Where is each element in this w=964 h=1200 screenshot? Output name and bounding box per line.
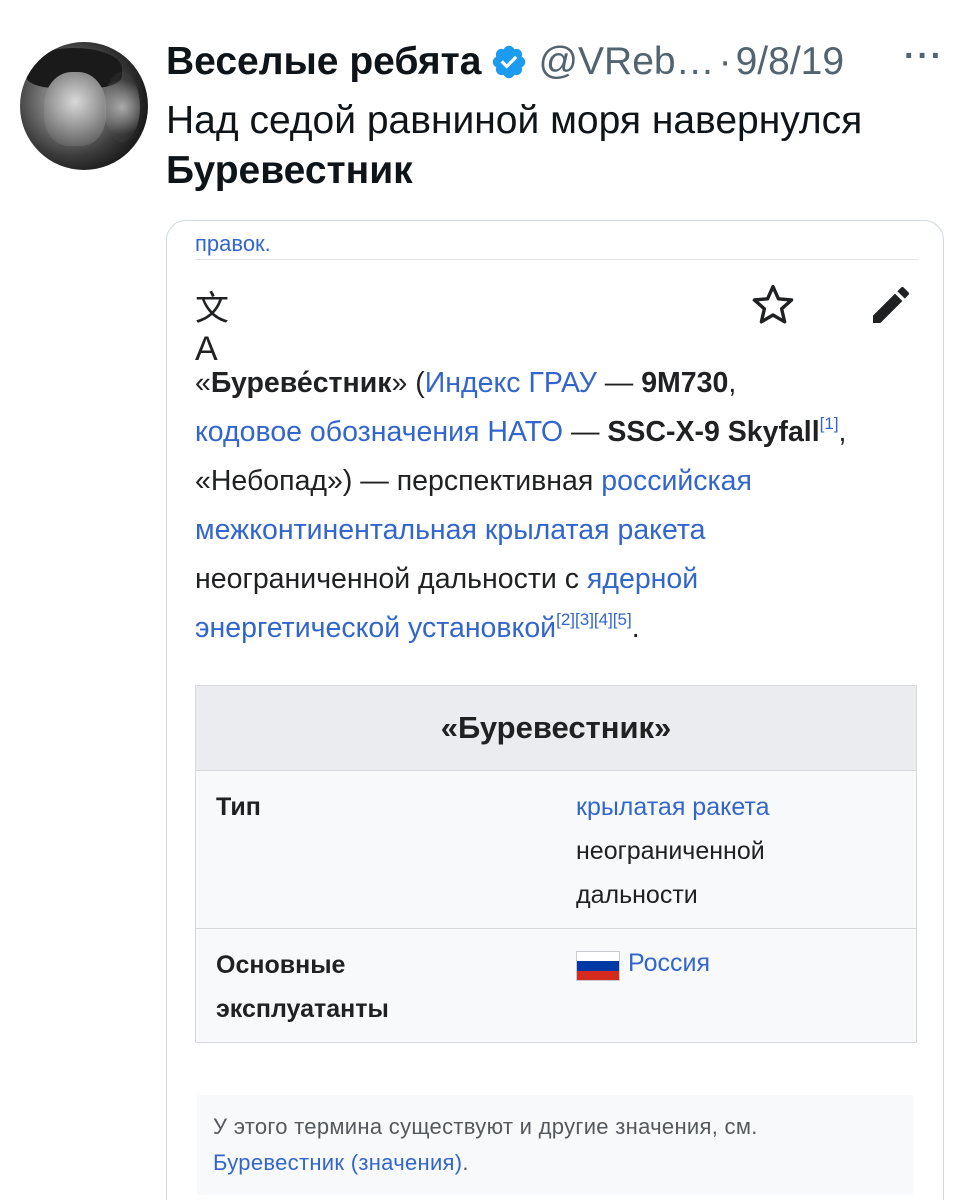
cut-off-text[interactable]: правок. — [195, 231, 271, 257]
infobox-row-type: Тип крылатая ракета неограниченной дальн… — [196, 770, 916, 928]
infobox-title: «Буревестник» — [196, 686, 916, 770]
infobox-label-type: Тип — [216, 793, 261, 821]
display-name[interactable]: Веселые ребята — [166, 40, 481, 84]
nato-code: SSC-X-9 Skyfall — [607, 416, 820, 448]
alt-name-text: «Небопад») — перспективная — [195, 465, 602, 497]
text: » ( — [391, 367, 425, 399]
nato-designation-link[interactable]: кодовое обозначения НАТО — [195, 416, 563, 448]
text: — — [563, 416, 608, 448]
text: . — [631, 612, 640, 644]
infobox-row-operators: Основные эксплуатанты Россия — [196, 928, 916, 1042]
separator: · — [718, 40, 732, 83]
infobox-label-operators: Основные эксплуатанты — [216, 943, 456, 1031]
range-text: неограниченной дальности с — [195, 563, 587, 595]
hatnote-text: У этого термина существуют и другие знач… — [213, 1114, 758, 1139]
text: Основные — [216, 951, 346, 979]
infobox-value-type: крылатая ракета неограниченной дальности — [576, 785, 876, 917]
russia-link[interactable]: Россия — [628, 941, 710, 985]
tweet-text: Над седой равниной моря навернулся Бурев… — [166, 96, 946, 196]
more-options-icon[interactable]: ··· — [904, 37, 944, 76]
text: неограниченной — [576, 837, 765, 865]
edit-pencil-icon[interactable] — [867, 281, 915, 329]
russian-link[interactable]: российская — [601, 465, 752, 497]
russia-flag-icon — [576, 951, 620, 981]
text: , — [728, 367, 737, 399]
disambiguation-link[interactable]: Буревестник (значения) — [213, 1150, 462, 1175]
text: — — [596, 367, 642, 399]
nuclear-link[interactable]: ядерной — [587, 563, 698, 595]
gru-index-link[interactable]: Индекс ГРАУ — [425, 367, 597, 399]
references-2-5[interactable]: [2][3][4][5] — [556, 610, 632, 629]
text: эксплуатанты — [216, 995, 389, 1023]
avatar[interactable] — [20, 42, 148, 170]
article-lead: «Буреве́стник» (Индекс ГРАУ — 9М730, код… — [195, 359, 919, 653]
verified-badge-icon[interactable] — [490, 43, 528, 81]
tweet-header: Веселые ребята @VReb… · 9/8/19 ··· — [166, 37, 944, 86]
translate-icon[interactable]: 文A — [195, 281, 247, 368]
screenshot-card[interactable]: правок. 文A «Буреве́стник» (Индекс ГРАУ —… — [166, 220, 944, 1200]
tweet-text-bold: Буревестник — [166, 149, 413, 192]
nuclear-link-cont[interactable]: энергетической установкой — [195, 612, 556, 644]
avatar-face — [44, 72, 106, 146]
handle[interactable]: @VReb… — [538, 40, 714, 84]
tweet-date[interactable]: 9/8/19 — [736, 40, 844, 84]
avatar-smoke — [104, 72, 140, 142]
star-icon[interactable] — [749, 281, 797, 329]
gru-code: 9М730 — [641, 367, 729, 399]
icbm-link[interactable]: межконтинентальная крылатая ракета — [195, 514, 705, 546]
text: . — [462, 1150, 469, 1175]
divider — [195, 259, 919, 260]
text: « — [195, 367, 211, 399]
text: , — [838, 416, 847, 448]
article-title: Буреве́стник — [210, 367, 392, 399]
infobox-value-operators: Россия — [576, 941, 876, 985]
reference-1[interactable]: [1] — [820, 414, 839, 433]
hatnote: У этого термина существуют и другие знач… — [197, 1095, 913, 1195]
infobox: «Буревестник» Тип крылатая ракета неогра… — [195, 685, 917, 1043]
text: дальности — [576, 881, 698, 909]
cruise-missile-link[interactable]: крылатая ракета — [576, 785, 876, 829]
tweet-text-line: Над седой равниной моря навернулся — [166, 99, 863, 142]
